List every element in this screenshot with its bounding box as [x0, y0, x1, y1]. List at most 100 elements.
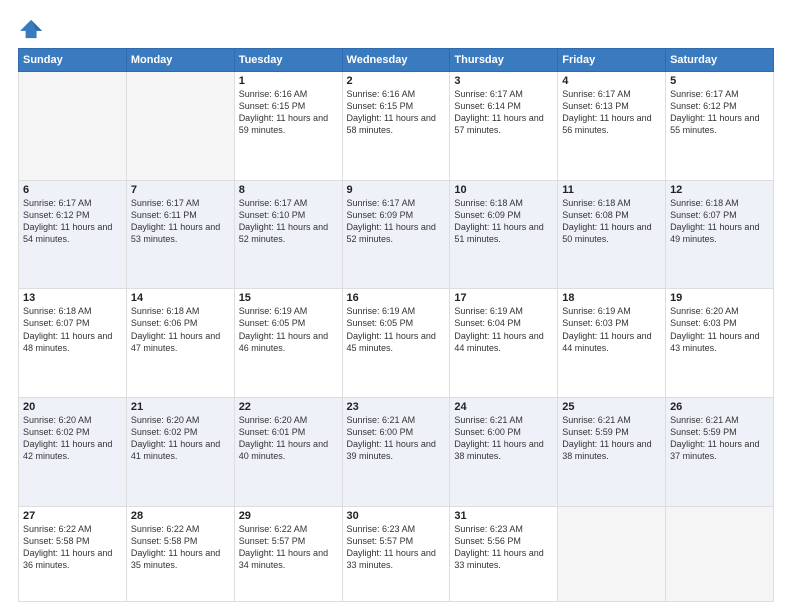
day-number: 29: [239, 510, 338, 522]
weekday-monday: Monday: [126, 49, 234, 72]
day-number: 15: [239, 292, 338, 304]
day-info: Sunrise: 6:17 AM Sunset: 6:12 PM Dayligh…: [23, 197, 122, 246]
day-number: 14: [131, 292, 230, 304]
calendar-cell: 16Sunrise: 6:19 AM Sunset: 6:05 PM Dayli…: [342, 289, 450, 398]
day-number: 24: [454, 401, 553, 413]
calendar-cell: 20Sunrise: 6:20 AM Sunset: 6:02 PM Dayli…: [19, 397, 127, 506]
calendar-cell: 19Sunrise: 6:20 AM Sunset: 6:03 PM Dayli…: [666, 289, 774, 398]
calendar-cell: 6Sunrise: 6:17 AM Sunset: 6:12 PM Daylig…: [19, 180, 127, 289]
day-number: 21: [131, 401, 230, 413]
day-number: 10: [454, 184, 553, 196]
day-number: 13: [23, 292, 122, 304]
calendar-cell: 23Sunrise: 6:21 AM Sunset: 6:00 PM Dayli…: [342, 397, 450, 506]
day-info: Sunrise: 6:19 AM Sunset: 6:03 PM Dayligh…: [562, 305, 661, 354]
calendar-header: SundayMondayTuesdayWednesdayThursdayFrid…: [19, 49, 774, 72]
day-info: Sunrise: 6:17 AM Sunset: 6:09 PM Dayligh…: [347, 197, 446, 246]
day-number: 2: [347, 75, 446, 87]
calendar-week-5: 27Sunrise: 6:22 AM Sunset: 5:58 PM Dayli…: [19, 506, 774, 602]
day-number: 22: [239, 401, 338, 413]
day-info: Sunrise: 6:22 AM Sunset: 5:58 PM Dayligh…: [23, 523, 122, 572]
calendar-cell: 11Sunrise: 6:18 AM Sunset: 6:08 PM Dayli…: [558, 180, 666, 289]
day-info: Sunrise: 6:16 AM Sunset: 6:15 PM Dayligh…: [239, 88, 338, 137]
day-number: 31: [454, 510, 553, 522]
day-number: 18: [562, 292, 661, 304]
calendar-cell: [558, 506, 666, 602]
calendar-cell: 24Sunrise: 6:21 AM Sunset: 6:00 PM Dayli…: [450, 397, 558, 506]
calendar-cell: 15Sunrise: 6:19 AM Sunset: 6:05 PM Dayli…: [234, 289, 342, 398]
day-number: 12: [670, 184, 769, 196]
calendar-cell: 31Sunrise: 6:23 AM Sunset: 5:56 PM Dayli…: [450, 506, 558, 602]
day-number: 11: [562, 184, 661, 196]
calendar-cell: 22Sunrise: 6:20 AM Sunset: 6:01 PM Dayli…: [234, 397, 342, 506]
calendar-cell: 3Sunrise: 6:17 AM Sunset: 6:14 PM Daylig…: [450, 72, 558, 181]
calendar-body: 1Sunrise: 6:16 AM Sunset: 6:15 PM Daylig…: [19, 72, 774, 602]
day-info: Sunrise: 6:21 AM Sunset: 5:59 PM Dayligh…: [562, 414, 661, 463]
calendar-cell: 28Sunrise: 6:22 AM Sunset: 5:58 PM Dayli…: [126, 506, 234, 602]
day-info: Sunrise: 6:16 AM Sunset: 6:15 PM Dayligh…: [347, 88, 446, 137]
weekday-saturday: Saturday: [666, 49, 774, 72]
calendar-cell: 17Sunrise: 6:19 AM Sunset: 6:04 PM Dayli…: [450, 289, 558, 398]
day-number: 7: [131, 184, 230, 196]
day-number: 17: [454, 292, 553, 304]
day-number: 8: [239, 184, 338, 196]
day-info: Sunrise: 6:22 AM Sunset: 5:58 PM Dayligh…: [131, 523, 230, 572]
calendar-cell: [126, 72, 234, 181]
calendar-cell: 9Sunrise: 6:17 AM Sunset: 6:09 PM Daylig…: [342, 180, 450, 289]
day-number: 20: [23, 401, 122, 413]
calendar-cell: 18Sunrise: 6:19 AM Sunset: 6:03 PM Dayli…: [558, 289, 666, 398]
calendar-cell: 26Sunrise: 6:21 AM Sunset: 5:59 PM Dayli…: [666, 397, 774, 506]
day-number: 4: [562, 75, 661, 87]
page: SundayMondayTuesdayWednesdayThursdayFrid…: [0, 0, 792, 612]
calendar-cell: 25Sunrise: 6:21 AM Sunset: 5:59 PM Dayli…: [558, 397, 666, 506]
day-info: Sunrise: 6:19 AM Sunset: 6:04 PM Dayligh…: [454, 305, 553, 354]
day-info: Sunrise: 6:20 AM Sunset: 6:01 PM Dayligh…: [239, 414, 338, 463]
calendar-cell: 21Sunrise: 6:20 AM Sunset: 6:02 PM Dayli…: [126, 397, 234, 506]
calendar-week-1: 1Sunrise: 6:16 AM Sunset: 6:15 PM Daylig…: [19, 72, 774, 181]
calendar-cell: 10Sunrise: 6:18 AM Sunset: 6:09 PM Dayli…: [450, 180, 558, 289]
day-info: Sunrise: 6:17 AM Sunset: 6:11 PM Dayligh…: [131, 197, 230, 246]
day-info: Sunrise: 6:18 AM Sunset: 6:07 PM Dayligh…: [670, 197, 769, 246]
day-info: Sunrise: 6:20 AM Sunset: 6:02 PM Dayligh…: [131, 414, 230, 463]
calendar-week-2: 6Sunrise: 6:17 AM Sunset: 6:12 PM Daylig…: [19, 180, 774, 289]
day-info: Sunrise: 6:18 AM Sunset: 6:06 PM Dayligh…: [131, 305, 230, 354]
calendar-week-3: 13Sunrise: 6:18 AM Sunset: 6:07 PM Dayli…: [19, 289, 774, 398]
day-info: Sunrise: 6:20 AM Sunset: 6:03 PM Dayligh…: [670, 305, 769, 354]
day-number: 3: [454, 75, 553, 87]
day-number: 5: [670, 75, 769, 87]
weekday-friday: Friday: [558, 49, 666, 72]
day-number: 16: [347, 292, 446, 304]
day-number: 23: [347, 401, 446, 413]
calendar-cell: 8Sunrise: 6:17 AM Sunset: 6:10 PM Daylig…: [234, 180, 342, 289]
day-info: Sunrise: 6:17 AM Sunset: 6:13 PM Dayligh…: [562, 88, 661, 137]
day-info: Sunrise: 6:22 AM Sunset: 5:57 PM Dayligh…: [239, 523, 338, 572]
calendar-cell: 7Sunrise: 6:17 AM Sunset: 6:11 PM Daylig…: [126, 180, 234, 289]
weekday-header-row: SundayMondayTuesdayWednesdayThursdayFrid…: [19, 49, 774, 72]
day-info: Sunrise: 6:17 AM Sunset: 6:14 PM Dayligh…: [454, 88, 553, 137]
header: [18, 18, 774, 40]
calendar-cell: 4Sunrise: 6:17 AM Sunset: 6:13 PM Daylig…: [558, 72, 666, 181]
calendar-cell: 30Sunrise: 6:23 AM Sunset: 5:57 PM Dayli…: [342, 506, 450, 602]
day-number: 30: [347, 510, 446, 522]
day-info: Sunrise: 6:17 AM Sunset: 6:10 PM Dayligh…: [239, 197, 338, 246]
calendar-cell: 2Sunrise: 6:16 AM Sunset: 6:15 PM Daylig…: [342, 72, 450, 181]
logo-icon: [18, 18, 46, 40]
calendar-cell: 1Sunrise: 6:16 AM Sunset: 6:15 PM Daylig…: [234, 72, 342, 181]
day-number: 19: [670, 292, 769, 304]
calendar-cell: 12Sunrise: 6:18 AM Sunset: 6:07 PM Dayli…: [666, 180, 774, 289]
day-info: Sunrise: 6:19 AM Sunset: 6:05 PM Dayligh…: [239, 305, 338, 354]
day-info: Sunrise: 6:18 AM Sunset: 6:09 PM Dayligh…: [454, 197, 553, 246]
calendar-table: SundayMondayTuesdayWednesdayThursdayFrid…: [18, 48, 774, 602]
calendar-cell: 5Sunrise: 6:17 AM Sunset: 6:12 PM Daylig…: [666, 72, 774, 181]
day-number: 27: [23, 510, 122, 522]
day-number: 1: [239, 75, 338, 87]
weekday-wednesday: Wednesday: [342, 49, 450, 72]
weekday-sunday: Sunday: [19, 49, 127, 72]
calendar-week-4: 20 Sunrise: 6:20 AM Sunset: 6:02 PM Dayli…: [19, 397, 774, 506]
day-number: 9: [347, 184, 446, 196]
day-info: Sunrise: 6:19 AM Sunset: 6:05 PM Dayligh…: [347, 305, 446, 354]
logo: [18, 18, 50, 40]
weekday-tuesday: Tuesday: [234, 49, 342, 72]
day-info: Sunrise: 6:23 AM Sunset: 5:57 PM Dayligh…: [347, 523, 446, 572]
weekday-thursday: Thursday: [450, 49, 558, 72]
day-info: Sunrise: 6:18 AM Sunset: 6:07 PM Dayligh…: [23, 305, 122, 354]
